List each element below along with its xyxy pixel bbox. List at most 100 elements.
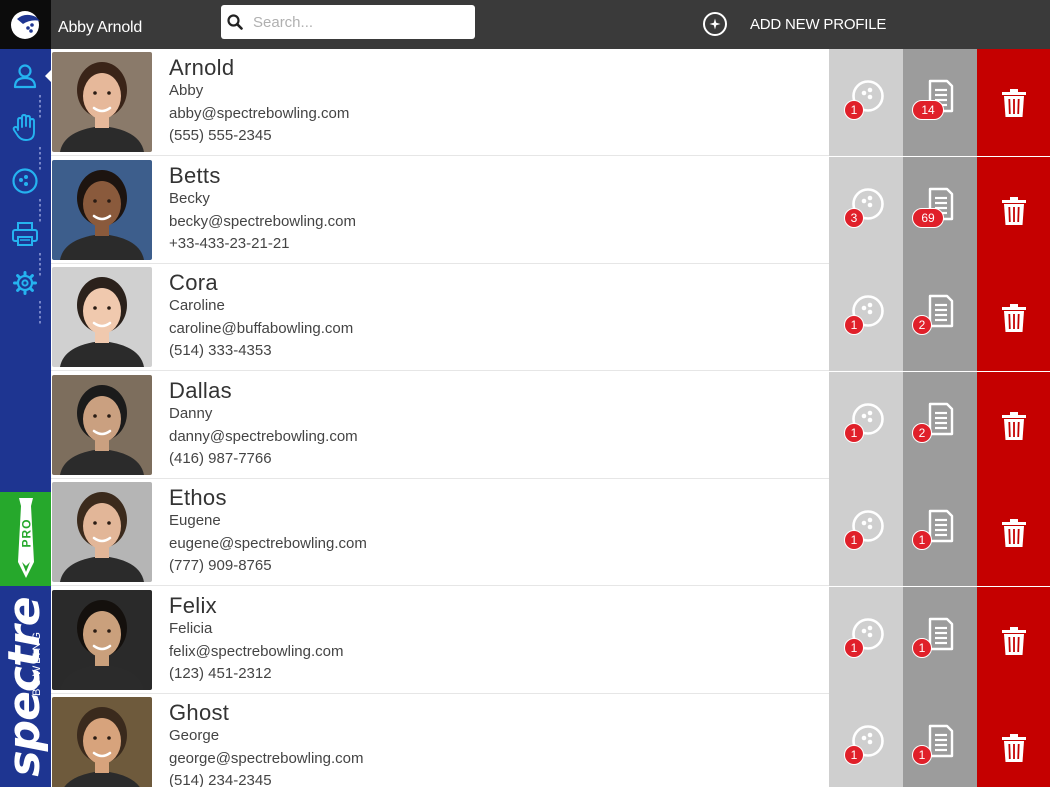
profile-first-name: Abby [169,82,204,99]
profile-phone: (777) 909-8765 [169,557,272,574]
ball-count-badge: 1 [844,315,864,335]
sidebar-item-grip[interactable] [10,113,40,143]
profile-row[interactable]: Felix Felicia felix@spectrebowling.com (… [51,587,1050,694]
delete-profile-button[interactable] [977,694,1050,787]
ball-count-badge: 1 [844,423,864,443]
avatar-photo [52,267,152,367]
pro-badge-label: PRO [19,518,34,548]
profile-first-name: Eugene [169,512,221,529]
profile-documents-button[interactable]: 69 [903,157,977,264]
document-count-badge: 2 [912,423,932,443]
profile-info: Cora Caroline caroline@buffabowling.com … [169,270,353,363]
profile-row[interactable]: Betts Becky becky@spectrebowling.com +33… [51,157,1050,264]
app-logo[interactable] [0,0,51,49]
trash-icon [1001,196,1026,225]
profile-info: Dallas Danny danny@spectrebowling.com (4… [169,378,358,471]
profile-balls-button[interactable]: 1 [829,372,903,479]
profile-row[interactable]: Dallas Danny danny@spectrebowling.com (4… [51,372,1050,479]
sidebar-item-balls[interactable] [10,166,40,196]
add-circle-icon [703,12,727,36]
hand-icon [12,114,35,141]
delete-profile-button[interactable] [977,264,1050,371]
trash-icon [1001,303,1026,332]
search-input[interactable] [251,7,465,37]
avatar [52,482,152,582]
avatar [52,160,152,260]
profile-email: danny@spectrebowling.com [169,427,358,445]
delete-profile-button[interactable] [977,372,1050,479]
brand-subtitle: BOWLING [31,630,43,696]
profile-balls-button[interactable]: 3 [829,157,903,264]
ball-count-badge: 1 [844,638,864,658]
avatar-photo [52,697,152,787]
gear-icon [13,271,37,295]
document-count-badge: 2 [912,315,932,335]
profile-first-name: Becky [169,190,210,207]
add-new-profile-label: ADD NEW PROFILE [750,15,887,33]
profile-first-name: Danny [169,405,213,422]
ball-count-badge: 1 [844,745,864,765]
brand-logo: spectre BOWLING [0,586,51,787]
delete-profile-button[interactable] [977,479,1050,586]
profile-last-name: Dallas [169,378,232,403]
profile-row[interactable]: Cora Caroline caroline@buffabowling.com … [51,264,1050,371]
bowling-ball-icon [12,168,38,194]
delete-profile-button[interactable] [977,49,1050,156]
printer-icon [12,222,38,246]
profile-documents-button[interactable]: 2 [903,264,977,371]
divider [39,301,41,325]
profile-phone: (514) 333-4353 [169,342,272,359]
avatar-photo [52,160,152,260]
profile-info: Ghost George george@spectrebowling.com (… [169,700,364,787]
profile-balls-button[interactable]: 1 [829,587,903,694]
profile-documents-button[interactable]: 2 [903,372,977,479]
sidebar-item-profiles[interactable] [10,61,40,91]
profile-email: george@spectrebowling.com [169,749,364,767]
sidebar: PRO spectre BOWLING [0,49,52,787]
profile-last-name: Arnold [169,55,235,80]
delete-profile-button[interactable] [977,157,1050,264]
search-box [221,5,475,39]
profile-phone: (514) 234-2345 [169,772,272,787]
document-count-badge: 69 [912,208,944,228]
profile-documents-button[interactable]: 1 [903,587,977,694]
avatar [52,375,152,475]
profile-balls-button[interactable]: 1 [829,49,903,156]
sidebar-item-settings[interactable] [10,268,40,298]
profile-first-name: Caroline [169,297,225,314]
profile-documents-button[interactable]: 14 [903,49,977,156]
current-user-name[interactable]: Abby Arnold [58,19,142,37]
profile-phone: +33-433-23-21-21 [169,235,290,252]
profile-last-name: Cora [169,270,218,295]
profile-email: eugene@spectrebowling.com [169,534,367,552]
profile-balls-button[interactable]: 1 [829,694,903,787]
ball-count-badge: 1 [844,530,864,550]
pro-badge[interactable]: PRO [0,492,51,586]
sidebar-item-print[interactable] [10,219,40,249]
document-count-badge: 1 [912,530,932,550]
add-new-profile-button[interactable]: ADD NEW PROFILE [702,10,886,38]
top-bar: Abby Arnold ADD NEW PROFILE [0,0,1050,49]
profile-row[interactable]: Ghost George george@spectrebowling.com (… [51,694,1050,787]
avatar-photo [52,590,152,690]
profile-row[interactable]: Arnold Abby abby@spectrebowling.com (555… [51,49,1050,156]
profile-info: Ethos Eugene eugene@spectrebowling.com (… [169,485,367,578]
delete-profile-button[interactable] [977,587,1050,694]
bowling-ball-logo-icon [10,10,40,39]
profile-phone: (416) 987-7766 [169,450,272,467]
profile-first-name: Felicia [169,620,213,637]
profile-phone: (555) 555-2345 [169,127,272,144]
profile-first-name: George [169,727,220,744]
profile-row[interactable]: Ethos Eugene eugene@spectrebowling.com (… [51,479,1050,586]
profile-documents-button[interactable]: 1 [903,694,977,787]
trash-icon [1001,411,1026,440]
document-count-badge: 1 [912,638,932,658]
profile-last-name: Ghost [169,700,230,725]
profile-balls-button[interactable]: 1 [829,264,903,371]
profile-last-name: Betts [169,163,221,188]
profile-last-name: Ethos [169,485,227,510]
avatar-photo [52,52,152,152]
profile-documents-button[interactable]: 1 [903,479,977,586]
profile-last-name: Felix [169,593,217,618]
profile-balls-button[interactable]: 1 [829,479,903,586]
